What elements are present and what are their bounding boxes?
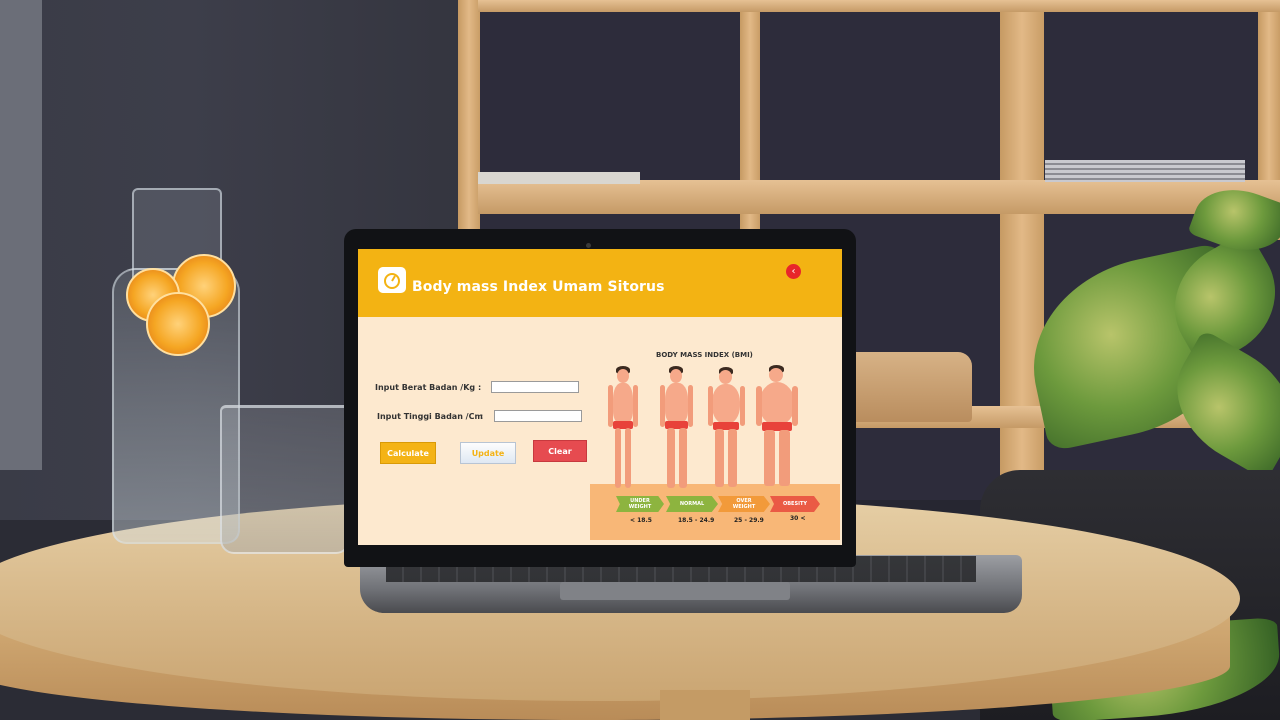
range-underweight: < 18.5 xyxy=(630,517,652,524)
books-stack xyxy=(1045,160,1245,182)
bmi-floor xyxy=(590,484,840,540)
range-overweight: 25 - 29.9 xyxy=(734,517,764,524)
height-label: Input Tinggi Badan /Cm xyxy=(377,412,483,421)
height-colon: : xyxy=(480,412,484,421)
close-icon[interactable]: ‹ xyxy=(786,264,801,279)
tag-obesity: OBESITY xyxy=(770,496,820,512)
app-window: Body mass Index Umam Sitorus ‹ Input Ber… xyxy=(358,249,842,545)
clear-button[interactable]: Clear xyxy=(533,440,587,462)
tag-normal: NORMAL xyxy=(666,496,718,512)
webcam xyxy=(586,243,591,248)
laptop-trackpad xyxy=(560,582,790,600)
weight-input[interactable] xyxy=(491,381,579,393)
range-obesity: 30 < xyxy=(790,515,806,522)
shelf-board xyxy=(478,0,1280,12)
height-input[interactable] xyxy=(494,410,582,422)
calculate-button[interactable]: Calculate xyxy=(380,442,436,464)
weight-colon: : xyxy=(478,383,482,392)
title-bar: Body mass Index Umam Sitorus ‹ xyxy=(358,249,842,317)
bmi-title: BODY MASS INDEX (BMI) xyxy=(656,351,753,359)
scale-icon xyxy=(377,266,407,294)
tag-overweight: OVER WEIGHT xyxy=(718,496,770,512)
update-button[interactable]: Update xyxy=(460,442,516,464)
weight-label: Input Berat Badan /Kg xyxy=(375,383,476,392)
app-title: Body mass Index Umam Sitorus xyxy=(412,279,665,295)
book xyxy=(478,172,640,184)
range-normal: 18.5 - 24.9 xyxy=(678,517,715,524)
tag-underweight: UNDER WEIGHT xyxy=(616,496,664,512)
bmi-infographic: BODY MASS INDEX (BMI) UNDER WEIGHT NORMA… xyxy=(590,342,840,540)
orange-slice xyxy=(146,292,210,356)
shelf-board xyxy=(478,180,1280,214)
water-glass xyxy=(220,405,350,554)
wall-strip xyxy=(0,0,42,470)
table-leg xyxy=(660,690,750,720)
